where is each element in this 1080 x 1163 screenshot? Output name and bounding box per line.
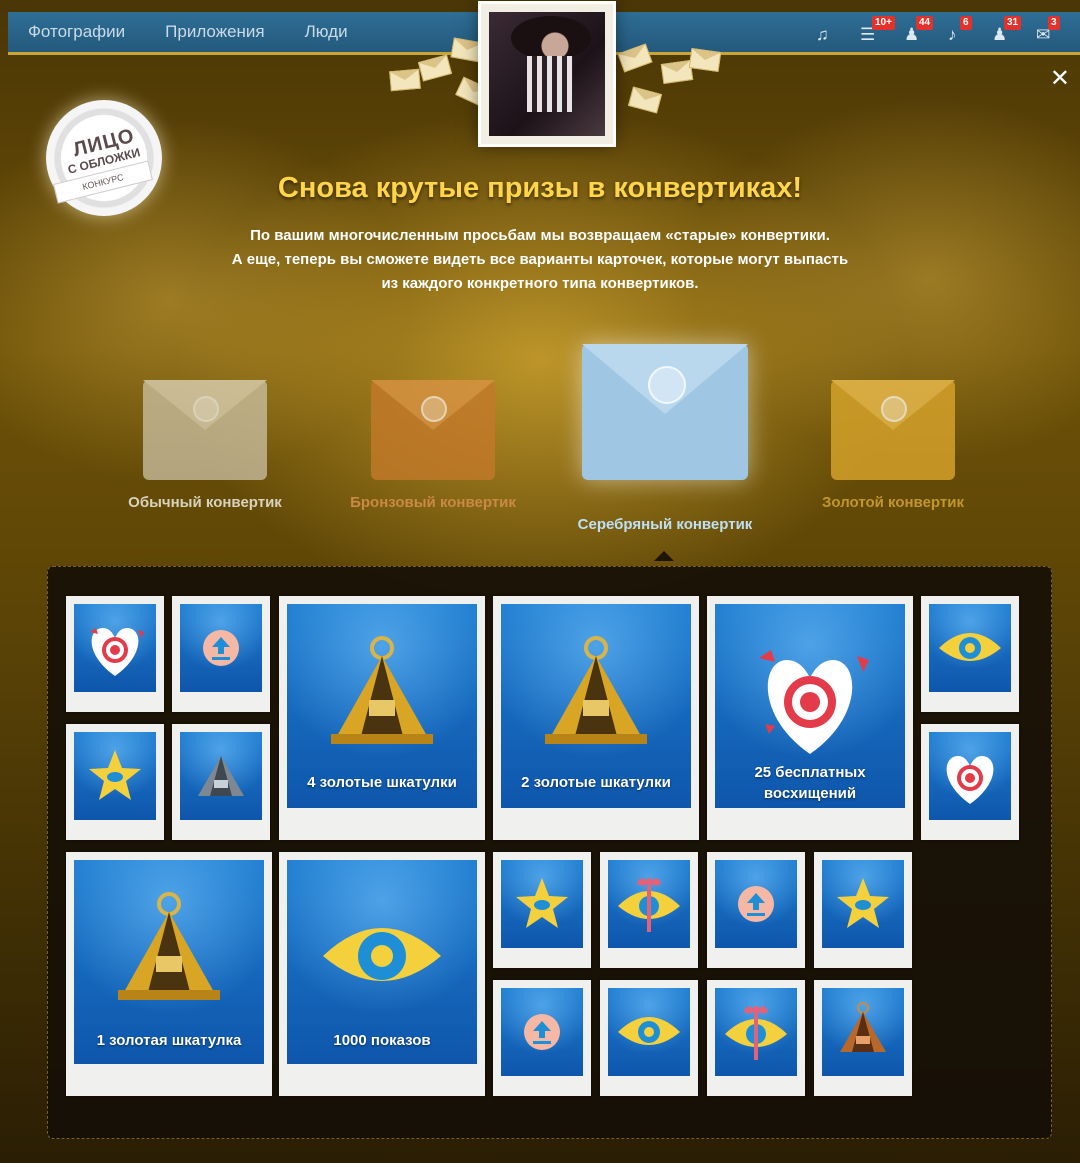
- prize-caption: 1 золотая шкатулка: [96, 1032, 242, 1049]
- prize-card[interactable]: [600, 980, 698, 1096]
- envelope-option-regular[interactable]: Обычный конвертик: [110, 380, 300, 511]
- prize-card[interactable]: [814, 980, 912, 1096]
- prize-card[interactable]: [921, 596, 1019, 712]
- toolbar-icons: ♫ ☰ 10+ ♟ 44 ♪ 6 ♟ 31 ✉ 3: [808, 16, 1072, 48]
- prize-card-large[interactable]: 1000 показов: [279, 852, 485, 1096]
- flying-envelope-icon: [688, 48, 722, 72]
- heart-target-icon: [929, 732, 1011, 820]
- prize-card-large[interactable]: 4 золотые шкатулки: [279, 596, 485, 840]
- eye-icon: [929, 604, 1011, 692]
- main-nav: Фотографии Приложения Люди: [28, 12, 348, 52]
- bronze-casket-icon: [822, 988, 904, 1076]
- prize-card[interactable]: [814, 852, 912, 968]
- prize-card[interactable]: [172, 596, 270, 712]
- envelope-label: Серебряный конвертик: [577, 516, 753, 533]
- selection-pointer: [654, 551, 674, 561]
- envelope-option-silver[interactable]: Серебряный конвертик: [560, 344, 770, 533]
- envelope-label: Бронзовый конвертик: [350, 494, 516, 511]
- boost-up-icon: [501, 988, 583, 1076]
- badge-notifications: 6: [960, 16, 972, 30]
- prize-card-large[interactable]: 25 бесплатных восхищений: [707, 596, 913, 840]
- music-button[interactable]: ♫: [808, 18, 852, 48]
- prize-card[interactable]: [707, 852, 805, 968]
- notifications-icon: ♪: [948, 25, 957, 44]
- badge-guests: 44: [916, 16, 934, 30]
- prize-card[interactable]: [172, 724, 270, 840]
- prize-caption: 4 золотые шкатулки: [307, 774, 457, 791]
- photo-detail: [527, 56, 573, 112]
- guests-button[interactable]: ♟ 44: [896, 16, 940, 48]
- notifications-button[interactable]: ♪ 6: [940, 16, 984, 48]
- prize-caption: 25 бесплатных восхищений: [754, 764, 866, 802]
- page-title: Снова крутые призы в конвертиках!: [277, 172, 803, 204]
- music-icon: ♫: [816, 25, 829, 44]
- prize-caption: 1000 показов: [333, 1032, 431, 1049]
- eye-icon: [608, 988, 690, 1076]
- envelope-silver-icon: [582, 344, 748, 480]
- prize-card[interactable]: [600, 852, 698, 968]
- description: По вашим многочисленным просьбам мы возв…: [190, 224, 890, 296]
- prize-card-large[interactable]: 2 золотые шкатулки: [493, 596, 699, 840]
- seal-icon: [193, 396, 219, 422]
- star-eye-icon: [501, 860, 583, 948]
- flying-envelope-icon: [417, 54, 453, 82]
- prize-card[interactable]: [493, 980, 591, 1096]
- description-line: По вашим многочисленным просьбам мы возв…: [250, 227, 830, 244]
- messages-icon: ✉: [1036, 25, 1051, 44]
- flying-envelope-icon: [627, 86, 663, 114]
- boost-up-icon: [180, 604, 262, 692]
- nav-photos[interactable]: Фотографии: [28, 22, 125, 42]
- friend-requests-icon: ♟: [992, 25, 1008, 44]
- seal-icon: [421, 396, 447, 422]
- description-line: из каждого конкретного типа конвертиков.: [381, 275, 699, 292]
- envelope-regular-icon: [143, 380, 267, 480]
- heart-target-icon: [74, 604, 156, 692]
- gift-eye-icon: [715, 988, 797, 1076]
- badge-messages: 3: [1048, 16, 1060, 30]
- envelope-label: Золотой конвертик: [822, 494, 964, 511]
- contest-popup: Фотографии Приложения Люди ♫ ☰ 10+ ♟ 44 …: [0, 0, 1080, 1163]
- prize-card[interactable]: [707, 980, 805, 1096]
- seal-icon: [648, 366, 686, 404]
- envelope-gold-icon: [831, 380, 955, 480]
- friends-list-button[interactable]: ☰ 10+: [852, 16, 896, 48]
- badge-friend-requests: 31: [1004, 16, 1022, 30]
- prize-card-large[interactable]: 1 золотая шкатулка: [66, 852, 272, 1096]
- flying-envelope-icon: [450, 37, 484, 63]
- silver-casket-icon: [180, 732, 262, 820]
- boost-up-icon: [715, 860, 797, 948]
- messages-button[interactable]: ✉ 3: [1028, 16, 1072, 48]
- prize-card[interactable]: [66, 596, 164, 712]
- prize-card[interactable]: [66, 724, 164, 840]
- prize-card[interactable]: [493, 852, 591, 968]
- prize-card[interactable]: [921, 724, 1019, 840]
- gift-eye-icon: [608, 860, 690, 948]
- prize-caption: 2 золотые шкатулки: [521, 774, 671, 791]
- description-line: А еще, теперь вы сможете видеть все вари…: [231, 251, 849, 268]
- envelope-option-bronze[interactable]: Бронзовый конвертик: [338, 380, 528, 511]
- nav-apps[interactable]: Приложения: [165, 22, 264, 42]
- seal-icon: [881, 396, 907, 422]
- envelope-label: Обычный конвертик: [128, 494, 282, 511]
- flying-envelope-icon: [389, 68, 421, 92]
- friends-list-icon: ☰: [860, 25, 876, 44]
- badge-friends-list: 10+: [872, 16, 895, 30]
- guests-icon: ♟: [904, 25, 920, 44]
- envelope-option-gold[interactable]: Золотой конвертик: [798, 380, 988, 511]
- star-eye-icon: [822, 860, 904, 948]
- envelope-bronze-icon: [371, 380, 495, 480]
- winner-photo-stamp[interactable]: [481, 4, 613, 144]
- star-eye-icon: [74, 732, 156, 820]
- nav-people[interactable]: Люди: [305, 22, 348, 42]
- close-button[interactable]: ✕: [1050, 64, 1070, 93]
- friend-requests-button[interactable]: ♟ 31: [984, 16, 1028, 48]
